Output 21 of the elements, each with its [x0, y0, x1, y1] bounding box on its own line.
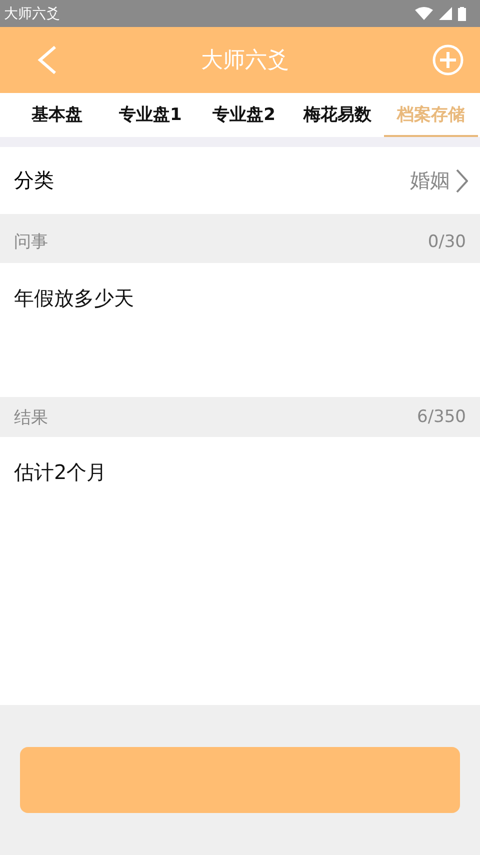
section-label: 结果	[14, 406, 48, 428]
text-field[interactable]: 估计2个月	[0, 437, 480, 705]
add-icon[interactable]	[432, 44, 464, 76]
battery-icon	[458, 6, 466, 20]
character-count: 0/30	[428, 232, 466, 252]
tab[interactable]: 基本盘	[10, 93, 104, 137]
back-icon[interactable]	[36, 45, 58, 75]
section-label: 问事	[14, 231, 48, 253]
category-value[interactable]: 婚姻	[410, 167, 450, 194]
tab[interactable]: 专业盘1	[104, 93, 198, 137]
wifi-icon	[415, 7, 433, 20]
signal-icon	[439, 7, 452, 20]
category-label: 分类	[14, 167, 54, 194]
chevron-right-icon[interactable]	[456, 168, 468, 192]
tab[interactable]: 专业盘2	[197, 93, 291, 137]
app-title: 大师六爻	[201, 47, 289, 75]
character-count: 6/350	[417, 407, 466, 427]
text-field[interactable]: 年假放多少天	[0, 263, 480, 397]
tab[interactable]: 梅花易数	[290, 93, 384, 137]
status-app-name: 大师六爻	[4, 4, 60, 22]
save-button[interactable]	[20, 747, 460, 813]
